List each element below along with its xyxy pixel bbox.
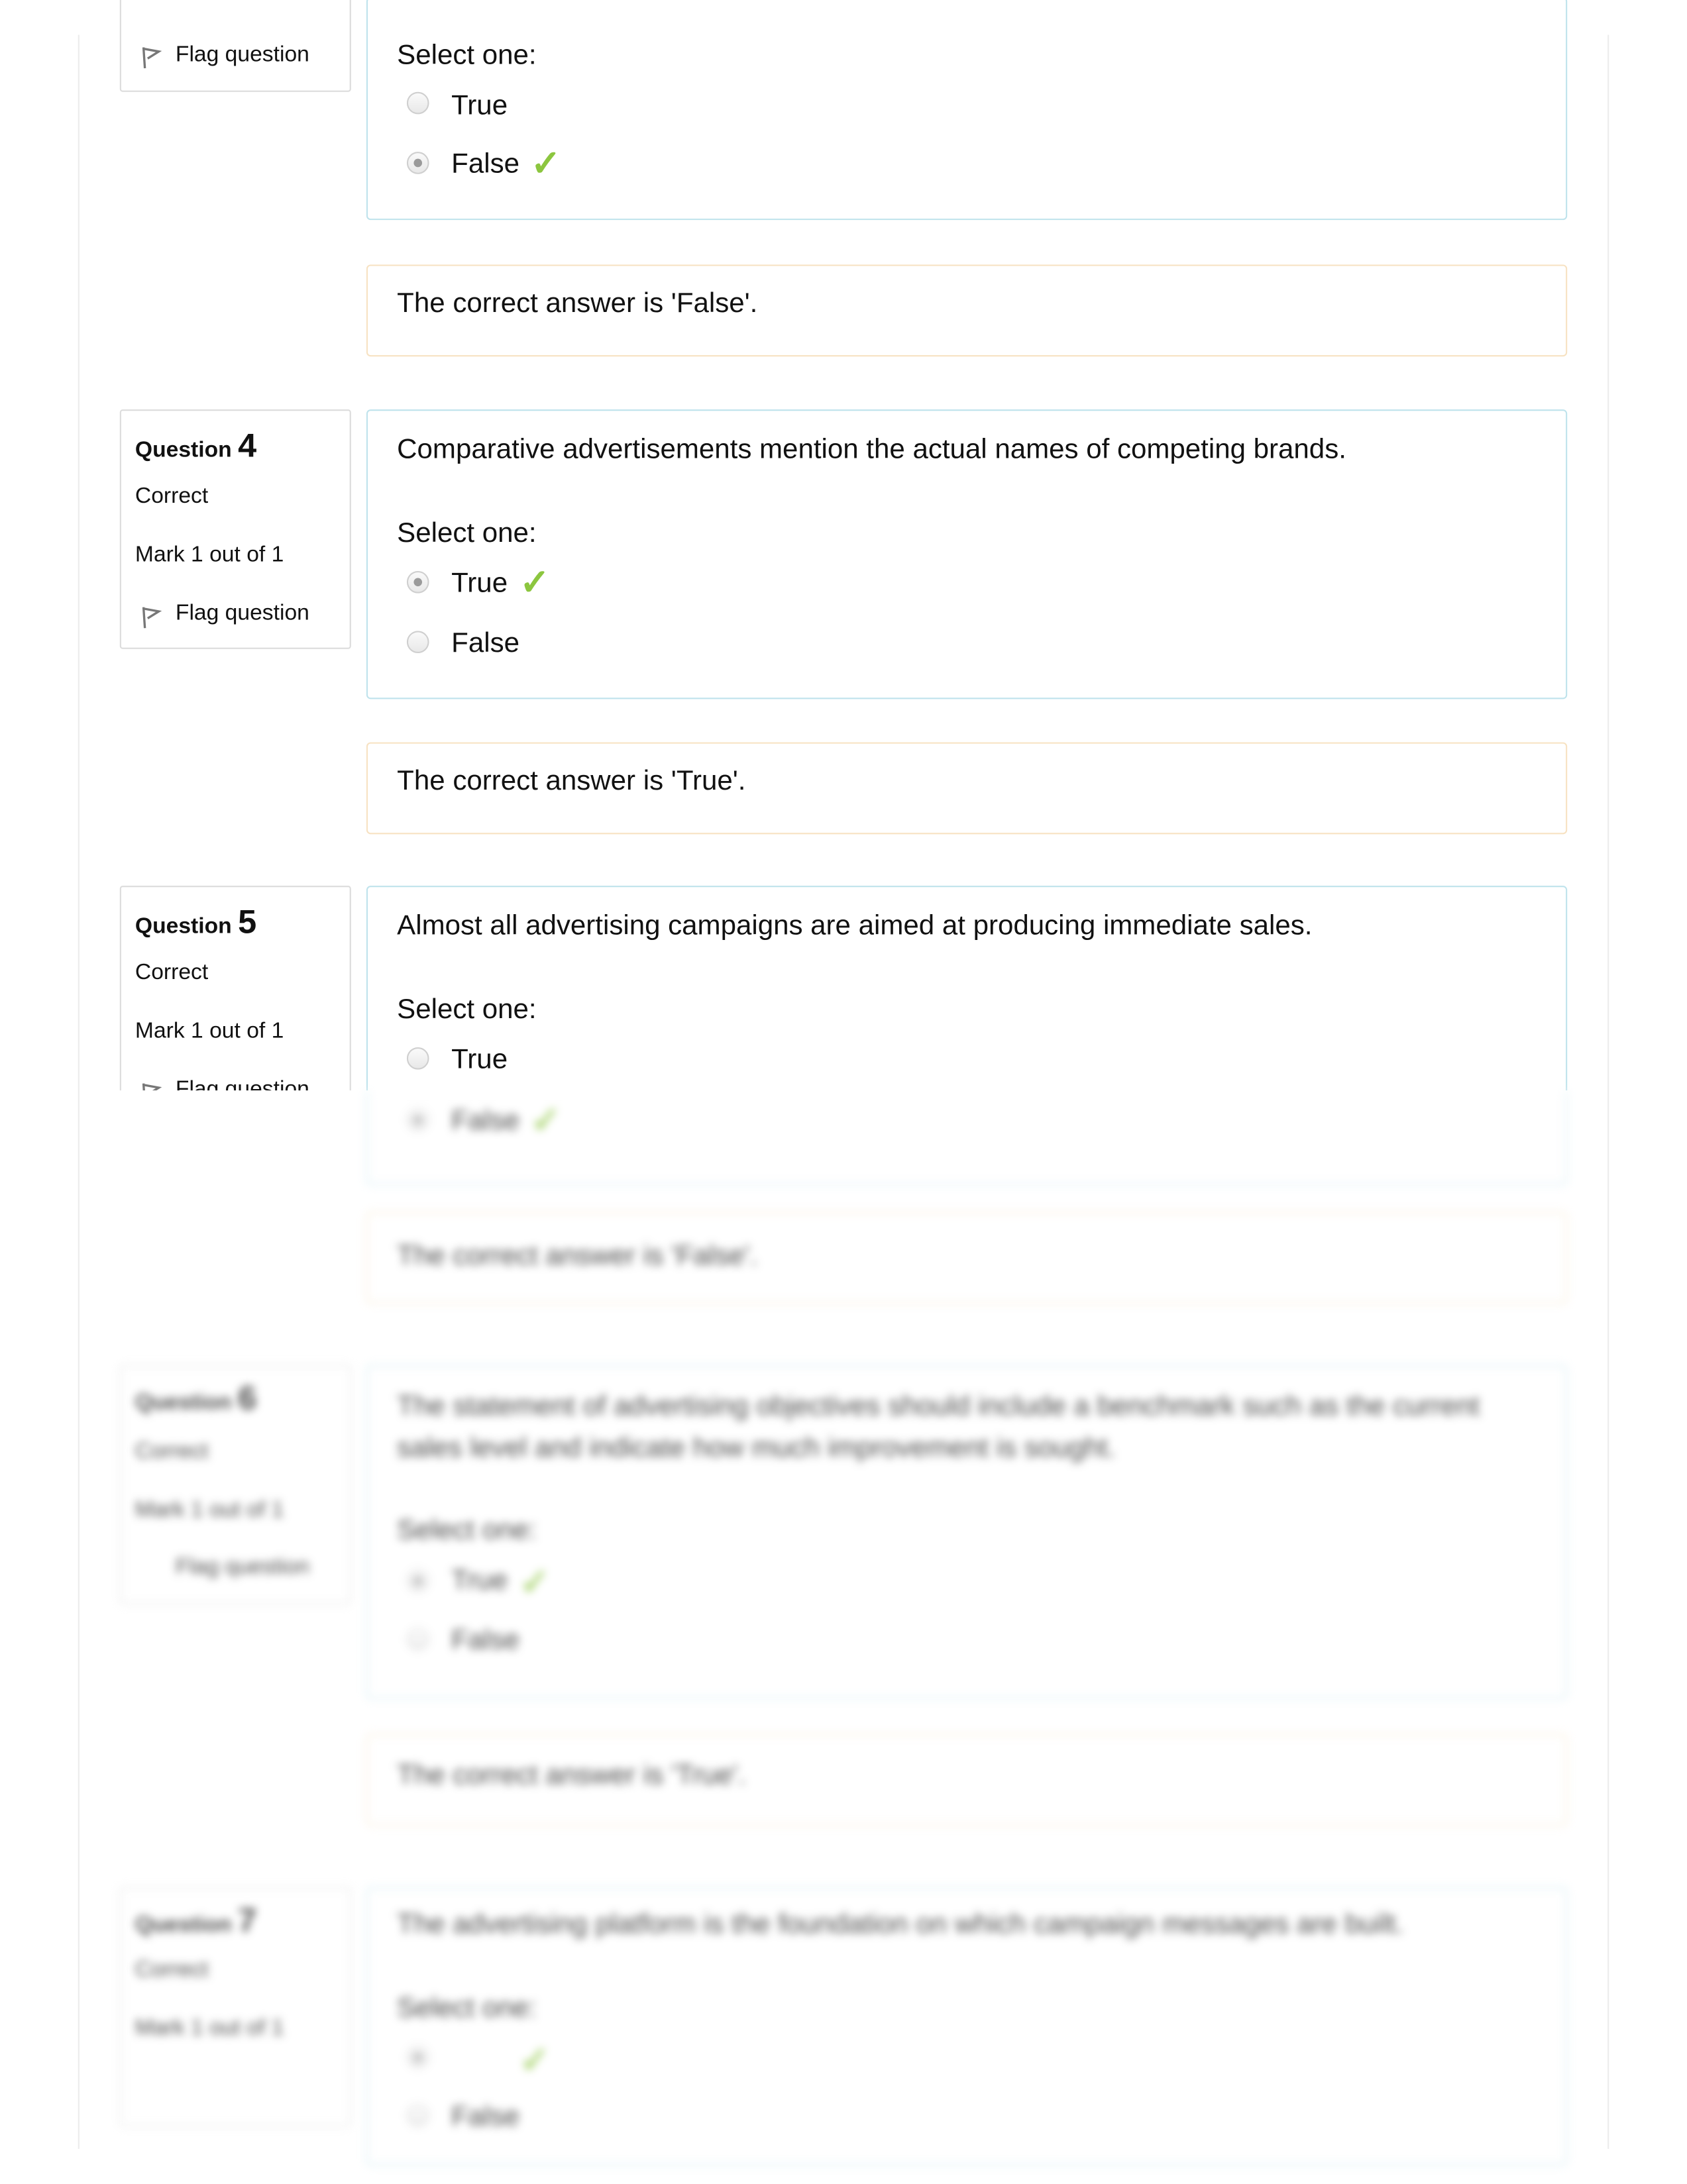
question-status: Correct [135,1439,209,1464]
question-label: Question [135,1391,232,1416]
radio-true[interactable] [406,1569,429,1592]
question-7-info: Question 7 Correct Mark 1 out of 1 [119,1887,351,2127]
radio-false[interactable] [406,1108,429,1131]
radio-false[interactable] [406,2104,429,2127]
question-7-content: The advertising platform is the foundati… [366,1887,1568,2166]
feedback-text: The correct answer is 'True'. [397,1760,746,1791]
radio-true[interactable] [406,2046,429,2069]
question-number-value: 7 [238,1902,257,1940]
correct-check-icon: ✓ [519,2038,551,2081]
select-one-label: Select one: [397,1993,537,2024]
radio-false[interactable] [406,1628,429,1651]
option-false-label[interactable]: False [451,1626,519,1657]
question-number: Question 6 [135,1380,256,1419]
option-false-label[interactable]: False [451,1106,519,1137]
option-true-label[interactable]: True [451,1565,508,1597]
correct-check-icon: ✓ [531,1098,561,1141]
question-number: Question 7 [135,1902,256,1942]
feedback-text: The correct answer is 'False'. [397,1241,758,1272]
flag-question-link[interactable]: Flag question [176,1555,309,1581]
question-text: The advertising platform is the foundati… [397,1909,1404,1940]
question-6-info: Question 6 Correct Mark 1 out of 1 Flag … [119,1365,351,1604]
question-5-content-continued: False ✓ [366,1090,1568,1186]
question-label: Question [135,1913,232,1938]
question-6-feedback: The correct answer is 'True'. [366,1734,1568,1826]
question-status: Correct [135,1957,209,1982]
question-6-content: The statement of advertising objectives … [366,1365,1568,1699]
question-number-value: 6 [238,1380,257,1418]
select-one-label: Select one: [397,1515,537,1546]
blurred-preview-region: False ✓ The correct answer is 'False'. Q… [0,1090,1687,2183]
question-5-feedback: The correct answer is 'False'. [366,1212,1568,1304]
correct-check-icon: ✓ [519,1561,551,1603]
question-text: The statement of advertising objectives … [397,1391,1480,1464]
quiz-review-page: Flag question Select one: True False ✓ T… [0,0,1687,2184]
question-mark: Mark 1 out of 1 [135,1498,284,1522]
question-mark: Mark 1 out of 1 [135,2016,284,2041]
option-false-label[interactable]: False [451,2102,519,2134]
